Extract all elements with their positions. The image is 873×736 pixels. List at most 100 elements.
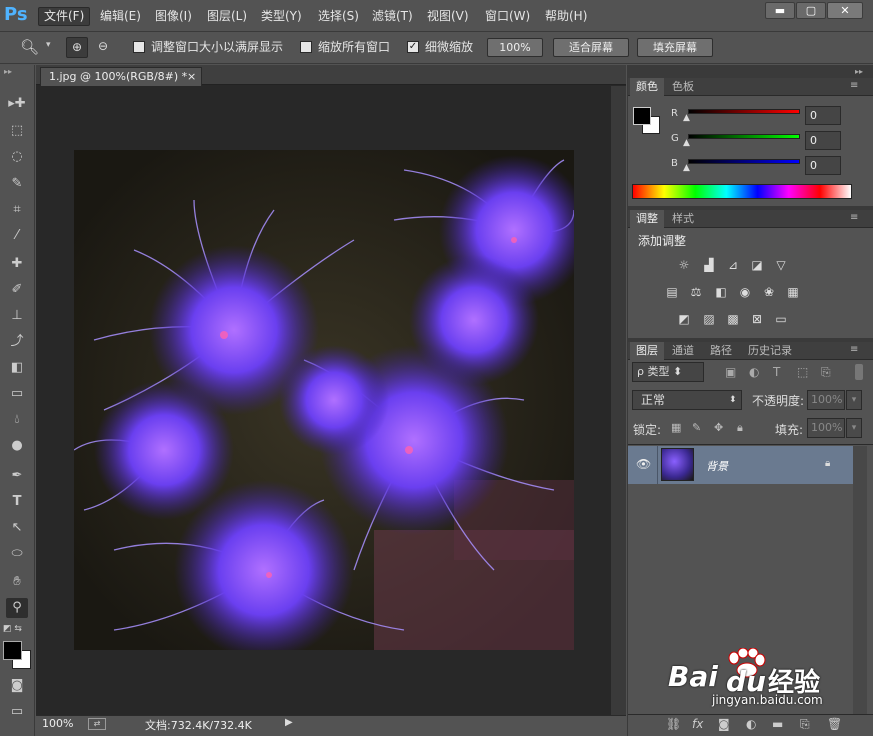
foreground-color-swatch[interactable] [3, 641, 22, 660]
scrubby-zoom-checkbox[interactable]: ✓ [407, 41, 419, 53]
blend-mode-dropdown[interactable]: 正常 ⬍ [632, 390, 742, 410]
green-slider-thumb-icon[interactable]: ▲ [683, 138, 690, 148]
tab-channels[interactable]: 通道 [666, 342, 700, 360]
collapse-tools-icon[interactable]: ▸▸ [4, 67, 12, 76]
blue-value[interactable]: 0 [805, 156, 841, 175]
lock-transparent-icon[interactable]: ▦ [671, 421, 681, 434]
layer-style-icon[interactable]: fx [692, 717, 703, 731]
clone-stamp-tool-icon[interactable]: ⊥ [6, 306, 28, 326]
blue-slider-thumb-icon[interactable]: ▲ [683, 163, 690, 173]
tool-preset-dropdown-icon[interactable]: ▾ [46, 40, 51, 50]
posterize-icon[interactable]: ▨ [701, 312, 717, 326]
invert-icon[interactable]: ◩ [676, 312, 692, 326]
levels-icon[interactable]: ▟ [701, 258, 717, 272]
gradient-tool-icon[interactable]: ▭ [6, 384, 28, 404]
canvas-image[interactable] [74, 150, 574, 650]
fill-screen-button[interactable]: 填充屏幕 [637, 38, 713, 57]
color-lookup-icon[interactable]: ▦ [785, 285, 801, 299]
panel-menu-icon[interactable]: ≡ [850, 212, 858, 223]
menu-image[interactable]: 图像(I) [150, 7, 197, 26]
channel-mixer-icon[interactable]: ❀ [761, 285, 777, 299]
zoom-level[interactable]: 100% [42, 717, 73, 730]
green-value[interactable]: 0 [805, 131, 841, 150]
status-menu-arrow-icon[interactable]: ▶ [285, 717, 293, 728]
path-select-tool-icon[interactable]: ↖ [6, 518, 28, 538]
screen-mode-icon[interactable]: ▭ [6, 702, 28, 722]
menu-select[interactable]: 选择(S) [313, 7, 364, 26]
menu-file[interactable]: 文件(F) [38, 7, 91, 26]
hue-saturation-icon[interactable]: ▤ [664, 285, 680, 299]
color-balance-icon[interactable]: ⚖ [688, 285, 704, 299]
add-mask-icon[interactable]: ◙ [718, 717, 730, 731]
collapse-panels-icon[interactable]: ▸▸ [855, 67, 863, 76]
zoom-tool-icon[interactable]: 🔍︎ [20, 38, 39, 56]
history-brush-tool-icon[interactable]: ⤴ [6, 332, 28, 352]
tab-adjustments[interactable]: 调整 [630, 210, 664, 228]
actual-pixels-button[interactable]: 100% [487, 38, 543, 57]
zoom-all-checkbox[interactable] [300, 41, 312, 53]
pen-tool-icon[interactable]: ✒ [6, 466, 28, 486]
red-slider-thumb-icon[interactable]: ▲ [683, 113, 690, 123]
vibrance-icon[interactable]: ▽ [773, 258, 789, 272]
new-group-icon[interactable]: ▬ [772, 717, 783, 731]
eyedropper-tool-icon[interactable]: ⁄ [6, 226, 28, 246]
resize-windows-checkbox[interactable] [133, 41, 145, 53]
opacity-dropdown-icon[interactable]: ▾ [846, 390, 862, 410]
gradient-map-icon[interactable]: ▭ [773, 312, 789, 326]
lasso-tool-icon[interactable]: ◌ [6, 147, 28, 167]
menu-layer[interactable]: 图层(L) [202, 7, 252, 26]
marquee-tool-icon[interactable]: ⬚ [6, 121, 28, 141]
crop-tool-icon[interactable]: ⌗ [6, 200, 28, 220]
selective-color-icon[interactable]: ⊠ [749, 312, 765, 326]
red-slider[interactable] [688, 109, 800, 114]
fill-input[interactable]: 100% [807, 418, 845, 438]
lock-position-icon[interactable]: ✥ [714, 421, 723, 434]
new-layer-icon[interactable]: ⎘ [800, 717, 810, 732]
tab-layers[interactable]: 图层 [630, 342, 664, 360]
zoom-tool-icon[interactable]: ⚲ [6, 598, 28, 618]
fill-dropdown-icon[interactable]: ▾ [846, 418, 862, 438]
close-button[interactable]: ✕ [827, 2, 863, 19]
zoom-in-icon[interactable]: ⊕ [66, 37, 88, 58]
panel-menu-icon[interactable]: ≡ [850, 80, 858, 91]
layer-name[interactable]: 背景 [706, 458, 728, 474]
healing-brush-tool-icon[interactable]: ✚ [6, 254, 28, 274]
threshold-icon[interactable]: ▩ [725, 312, 741, 326]
menu-view[interactable]: 视图(V) [422, 7, 474, 26]
menu-edit[interactable]: 编辑(E) [95, 7, 146, 26]
move-tool-icon[interactable]: ▸✚ [6, 94, 28, 114]
maximize-button[interactable]: ▢ [796, 2, 826, 19]
shape-tool-icon[interactable]: ⬭ [6, 544, 28, 564]
document-tab[interactable]: 1.jpg @ 100%(RGB/8#) * × [40, 67, 202, 86]
tab-paths[interactable]: 路径 [704, 342, 738, 360]
tab-history[interactable]: 历史记录 [742, 342, 798, 360]
red-value[interactable]: 0 [805, 106, 841, 125]
eraser-tool-icon[interactable]: ◧ [6, 358, 28, 378]
filter-toggle-switch[interactable] [855, 364, 863, 380]
filter-shape-icon[interactable]: ⬚ [797, 365, 808, 379]
quick-select-tool-icon[interactable]: ✎ [6, 174, 28, 194]
layer-filter-dropdown[interactable]: ρ 类型 ⬍ [632, 362, 704, 382]
default-colors-icon[interactable]: ◩ ⇆ [3, 624, 22, 634]
menu-help[interactable]: 帮助(H) [540, 7, 592, 26]
color-spectrum-bar[interactable] [632, 184, 852, 199]
blur-tool-icon[interactable]: 💧︎ [6, 410, 28, 430]
brush-tool-icon[interactable]: ✐ [6, 280, 28, 300]
tab-color[interactable]: 颜色 [630, 78, 664, 96]
tab-swatches[interactable]: 色板 [666, 78, 700, 96]
photo-filter-icon[interactable]: ◉ [737, 285, 753, 299]
minimize-button[interactable]: ▬ [765, 2, 795, 19]
exposure-icon[interactable]: ◪ [749, 258, 765, 272]
opacity-input[interactable]: 100% [807, 390, 845, 410]
menu-window[interactable]: 窗口(W) [480, 7, 535, 26]
black-white-icon[interactable]: ◧ [713, 285, 729, 299]
delete-layer-icon[interactable]: 🗑︎ [827, 717, 842, 731]
close-tab-icon[interactable]: × [187, 68, 196, 85]
hand-tool-icon[interactable]: ✋︎ [6, 572, 28, 592]
foreground-swatch[interactable] [633, 107, 651, 125]
vertical-scrollbar[interactable] [611, 86, 626, 715]
filter-adjustment-icon[interactable]: ◐ [749, 365, 759, 379]
status-info-icon[interactable]: ⇄ [88, 718, 106, 730]
link-layers-icon[interactable]: ⛓ [666, 717, 681, 731]
tab-styles[interactable]: 样式 [666, 210, 700, 228]
